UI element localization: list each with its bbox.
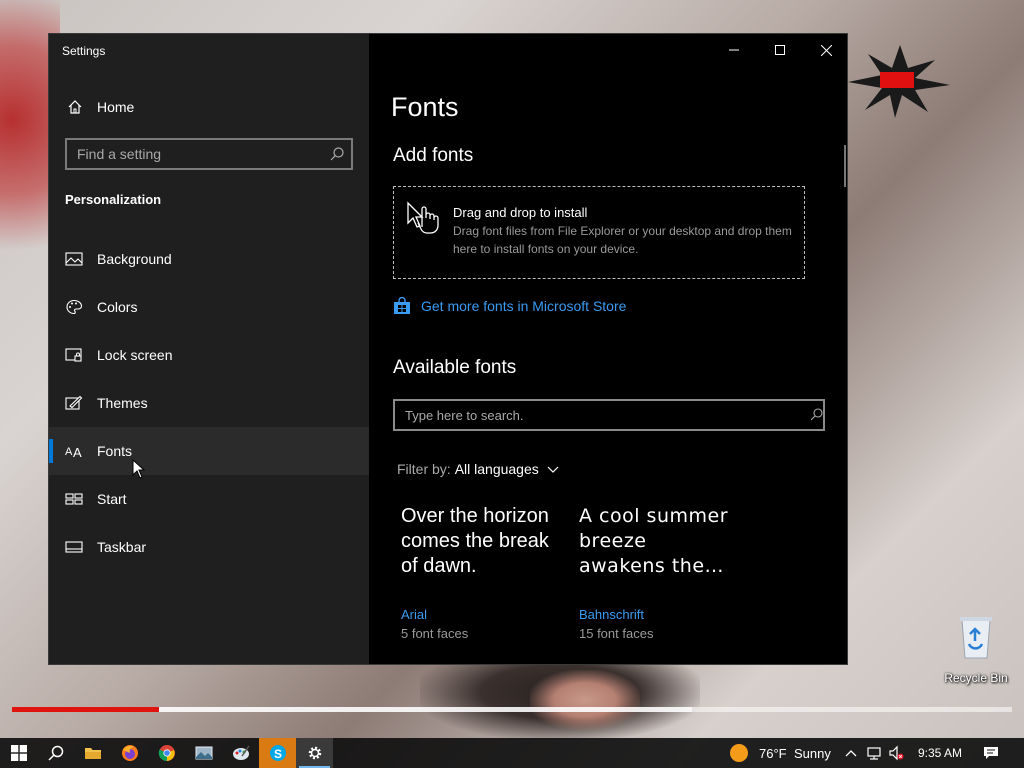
start-button[interactable] [0,738,37,768]
sidebar-item-taskbar[interactable]: Taskbar [49,523,369,571]
chevron-up-icon[interactable] [843,745,859,761]
font-sample: A cool summer breeze awakens the… [579,505,729,577]
sidebar-item-label: Start [97,491,127,507]
search-icon [47,745,63,761]
recycle-bin-label: Recycle Bin [944,671,1008,685]
sidebar-item-background[interactable]: Background [49,235,369,283]
taskbar-skype[interactable]: S [259,738,296,768]
store-icon [394,297,410,314]
sidebar-item-lock-screen[interactable]: Lock screen [49,331,369,379]
svg-text:S: S [274,747,282,761]
font-sample: Over the horizon comes the break of dawn… [401,505,549,577]
store-link-label: Get more fonts in Microsoft Store [421,298,627,314]
skype-icon: S [269,745,286,761]
font-drop-zone[interactable]: Drag and drop to install Drag font files… [393,186,805,279]
scrollbar-thumb[interactable] [844,145,846,187]
language-filter[interactable]: Filter by: All languages [397,461,559,477]
microsoft-store-link[interactable]: Get more fonts in Microsoft Store [393,297,626,315]
wallpaper-red-light [848,45,950,118]
font-search-box[interactable] [393,399,825,431]
video-buffered [159,707,692,712]
font-name: Arial [401,607,428,622]
picture-icon [65,252,83,266]
nav-home[interactable]: Home [49,90,369,124]
dropzone-title: Drag and drop to install [453,205,588,220]
taskbar-icon [65,541,83,553]
sidebar-item-label: Taskbar [97,539,147,555]
drag-hand-icon [407,201,439,234]
svg-text:A: A [65,446,73,458]
add-fonts-heading: Add fonts [393,145,474,166]
settings-gear-icon [308,746,321,760]
font-search-input[interactable] [395,401,823,429]
notifications-icon[interactable] [983,745,999,761]
find-setting-input[interactable] [67,140,351,168]
filter-label: Filter by: [397,461,451,477]
dropzone-description: Drag font files from File Explorer or yo… [453,224,792,256]
paint-icon [232,745,250,760]
taskbar-search-button[interactable] [37,738,74,768]
firefox-icon [121,745,138,761]
home-icon [68,100,82,114]
taskbar-firefox[interactable] [111,738,148,768]
font-name: Bahnschrift [579,607,645,622]
sidebar-item-themes[interactable]: Themes [49,379,369,427]
taskbar-chrome[interactable] [148,738,185,768]
windows-logo-icon [10,745,27,761]
sidebar-item-label: Fonts [97,443,133,459]
file-explorer-icon [84,748,101,759]
wallpaper-face-blur [530,670,640,730]
available-fonts-heading: Available fonts [393,357,517,378]
weather-temp[interactable]: 76°F [759,738,787,768]
video-played [12,707,159,712]
sidebar-item-label: Background [97,251,172,267]
themes-icon [65,395,83,410]
sidebar-item-fonts[interactable]: A A Fonts [49,427,369,475]
lock-screen-icon [65,348,82,362]
start-icon [65,493,83,505]
sidebar-item-label: Lock screen [97,347,173,363]
nav-list: Background Colors Lock screen Themes A A… [49,235,369,571]
filter-value: All languages [454,461,539,477]
font-faces-count: 15 font faces [579,626,654,641]
taskbar-settings[interactable] [296,738,333,768]
find-setting-search[interactable] [65,138,353,170]
font-card-arial[interactable]: Over the horizon comes the break of dawn… [401,504,561,641]
fonts-icon: A A [65,445,82,459]
taskbar-photos[interactable] [185,738,222,768]
sidebar: Settings Home Personalization Backg [49,34,369,664]
font-faces-count: 5 font faces [401,626,469,641]
search-icon [330,147,344,161]
taskbar: S 76°F Sunny 9:35 AM [0,738,1024,768]
svg-text:A: A [73,445,82,459]
main-content: Fonts Add fonts Drag and drop to install… [369,34,847,664]
sidebar-item-label: Colors [97,299,138,315]
search-icon [810,408,823,421]
photos-icon [195,746,212,760]
sidebar-item-colors[interactable]: Colors [49,283,369,331]
network-icon[interactable] [866,745,882,761]
chrome-icon [158,745,175,762]
nav-home-label: Home [97,99,135,115]
video-progress-bar[interactable] [12,707,1012,712]
clock-time[interactable]: 9:35 AM [918,738,962,768]
volume-muted-icon[interactable] [888,745,904,761]
sidebar-item-label: Themes [97,395,148,411]
palette-icon [66,299,83,315]
weather-sun-icon [730,744,748,762]
recycle-bin[interactable]: Recycle Bin [940,612,1012,685]
recycle-bin-icon [960,617,992,659]
weather-desc[interactable]: Sunny [794,738,831,768]
page-title: Fonts [391,92,459,122]
taskbar-file-explorer[interactable] [74,738,111,768]
mouse-cursor-icon [132,459,146,479]
sidebar-item-start[interactable]: Start [49,475,369,523]
chevron-down-icon [547,466,559,473]
window-title: Settings [62,44,106,58]
font-card-bahnschrift[interactable]: A cool summer breeze awakens the… Bahnsc… [579,504,739,641]
section-title: Personalization [65,192,162,207]
settings-window: Settings Home Personalization Backg [48,33,848,665]
taskbar-paint[interactable] [222,738,259,768]
